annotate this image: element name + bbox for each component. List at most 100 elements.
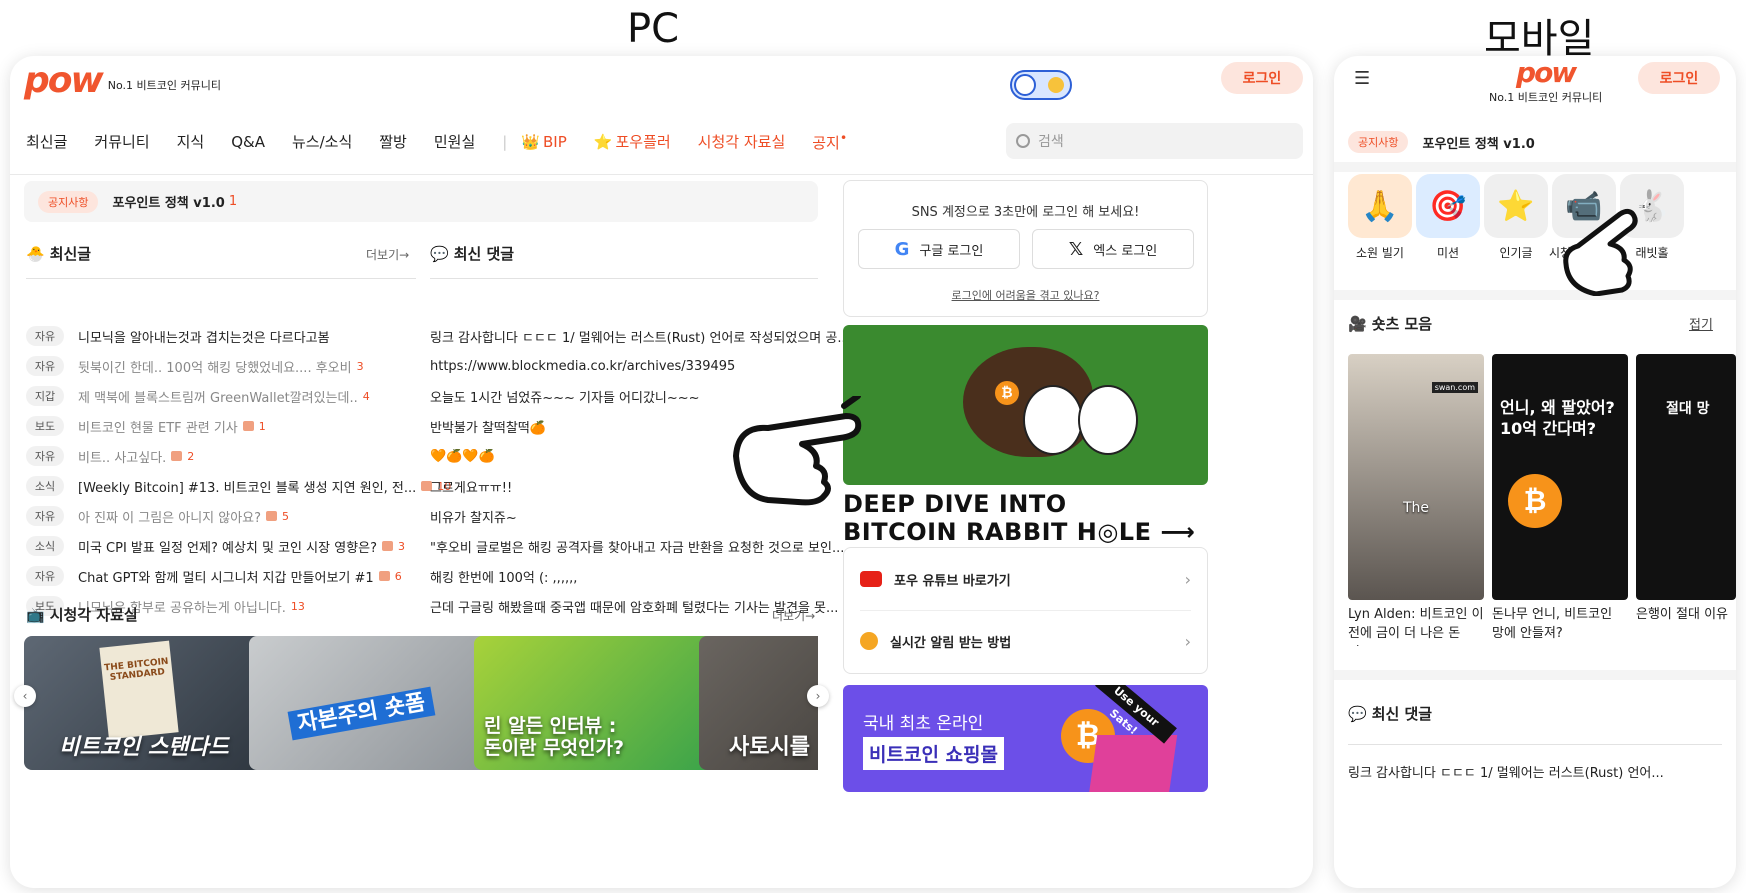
short-caption[interactable]: 돈나무 언니, 비트코인 망에 안들져? bbox=[1492, 606, 1628, 646]
short-caption[interactable]: 은행이 절대 이유 bbox=[1636, 606, 1736, 646]
login-help-link[interactable]: 로그인에 어려움을 겪고 있나요? bbox=[844, 287, 1207, 303]
av-item-title: 자본주의 숏폼 bbox=[287, 686, 436, 741]
list-item[interactable]: 해킹 한번에 100억 (: ,,,,,, bbox=[430, 561, 862, 591]
mobile-notice[interactable]: 공지사항 포우인트 정책 v1.0 bbox=[1334, 122, 1736, 162]
nav-item-bip-label: BIP bbox=[543, 132, 567, 151]
image-icon bbox=[378, 571, 390, 581]
nav-item-qna[interactable]: Q&A bbox=[231, 133, 265, 151]
post-title: 비트.. 사고싶다. bbox=[78, 450, 167, 466]
short-caption[interactable]: Lyn Alden: 비트코인 이전에 금이 더 나은 돈이... bbox=[1348, 606, 1484, 646]
sns-login-card: SNS 계정으로 3초만에 로그인 해 보세요! G 구글 로그인 𝕏 엑스 로… bbox=[843, 180, 1208, 317]
nav-item-av[interactable]: 시청각 자료실 bbox=[698, 131, 786, 152]
nav-divider: | bbox=[502, 132, 508, 151]
rabbit-shape bbox=[1023, 385, 1083, 455]
quick-icon-button[interactable]: 🎯 bbox=[1416, 174, 1480, 238]
chick-icon: 🐣 bbox=[26, 244, 45, 263]
mobile-logo-mark: pow bbox=[1516, 56, 1577, 89]
theme-toggle[interactable] bbox=[1010, 70, 1072, 100]
logo[interactable]: pow No.1 비트코인 커뮤니티 bbox=[24, 60, 221, 101]
table-row[interactable]: 자유 뒷북이긴 한데.. 100억 해킹 당했었네요.... 후오비 3 bbox=[26, 351, 460, 381]
book-cover: THE BITCOIN STANDARD bbox=[99, 640, 179, 740]
image-icon bbox=[171, 451, 183, 461]
image-icon bbox=[266, 511, 278, 521]
mobile-login-button[interactable]: 로그인 bbox=[1638, 62, 1720, 94]
mobile-logo[interactable]: pow No.1 비트코인 커뮤니티 bbox=[1489, 56, 1602, 105]
notice-bar[interactable]: 공지사항 포우인트 정책 v1.0 1 bbox=[24, 181, 818, 222]
av-item[interactable]: 자본주의 숏폼 bbox=[249, 636, 489, 770]
google-login-button[interactable]: G 구글 로그인 bbox=[858, 229, 1020, 269]
mobile-section-gap bbox=[1334, 290, 1736, 300]
logo-mark: pow bbox=[24, 60, 104, 101]
post-category: 보도 bbox=[26, 416, 64, 436]
table-row[interactable]: 자유 니모닉을 알아내는것과 겹치는것은 다르다고봄 bbox=[26, 321, 460, 351]
list-item[interactable]: https://www.blockmedia.co.kr/archives/33… bbox=[430, 351, 862, 381]
mobile-logo-tagline: No.1 비트코인 커뮤니티 bbox=[1489, 91, 1603, 104]
search-icon bbox=[1016, 134, 1030, 148]
nav-item-meme[interactable]: 짤방 bbox=[379, 131, 407, 152]
latest-post-list: 자유 니모닉을 알아내는것과 겹치는것은 다르다고봄 자유 뒷북이긴 한데.. 100… bbox=[26, 321, 460, 621]
nav-item-notice[interactable]: 공지• bbox=[812, 130, 847, 153]
short-item[interactable]: 언니, 왜 팔았어? 10억 간다며? ₿ bbox=[1492, 354, 1628, 600]
short-item[interactable]: 절대 망 bbox=[1636, 354, 1736, 600]
x-login-button[interactable]: 𝕏 엑스 로그인 bbox=[1032, 229, 1194, 269]
nav-divider-line bbox=[10, 174, 1313, 175]
list-item[interactable]: 링크 감사합니다 ㄷㄷㄷ 1/ 멀웨어는 러스트(Rust) 언어로 작성되었으… bbox=[430, 321, 862, 351]
latest-rule bbox=[26, 278, 416, 279]
google-icon: G bbox=[894, 238, 910, 260]
rabbit-shape bbox=[1078, 385, 1138, 455]
nav-item-notice-label: 공지 bbox=[812, 134, 840, 152]
table-row[interactable]: 자유 비트.. 사고싶다. 2 bbox=[26, 441, 460, 471]
notification-guide-link[interactable]: 실시간 알림 받는 방법 › bbox=[844, 610, 1207, 672]
nav-item-knowledge[interactable]: 지식 bbox=[177, 131, 205, 152]
shop-banner[interactable]: 국내 최초 온라인 비트코인 쇼핑몰 ₿ Use your Sats! bbox=[843, 685, 1208, 792]
nav-item-news[interactable]: 뉴스/소식 bbox=[292, 131, 352, 152]
quick-links-card: 포우 유튜브 바로가기 › 실시간 알림 받는 방법 › bbox=[843, 547, 1208, 674]
nav-item-powplus-label: 포우플러 bbox=[615, 133, 671, 151]
nav-item-powplus[interactable]: ⭐ 포우플러 bbox=[594, 131, 671, 152]
youtube-link[interactable]: 포우 유튜브 바로가기 › bbox=[844, 548, 1207, 610]
image-icon bbox=[381, 541, 393, 551]
chevron-right-icon: › bbox=[1184, 631, 1191, 651]
tv-icon: 📺 bbox=[26, 605, 45, 624]
comment-count: 2 bbox=[187, 449, 195, 463]
nav-item-community[interactable]: 커뮤니티 bbox=[94, 131, 149, 152]
table-row[interactable]: 보도 비트코인 현물 ETF 관련 기사 1 bbox=[26, 411, 460, 441]
table-row[interactable]: 소식 미국 CPI 발표 일정 언제? 예상치 및 코인 시장 영향은? 3 bbox=[26, 531, 460, 561]
login-button[interactable]: 로그인 bbox=[1221, 62, 1303, 94]
shorts-fold-link[interactable]: 접기 bbox=[1689, 314, 1713, 333]
nav-item-bip[interactable]: 👑 BIP bbox=[521, 133, 566, 151]
carousel-next-button[interactable]: › bbox=[807, 685, 829, 707]
quick-icon-button[interactable]: 🙏 bbox=[1348, 174, 1412, 238]
sun-icon bbox=[1048, 77, 1064, 93]
speech-bubble-icon: 💬 bbox=[1348, 704, 1367, 723]
quick-icon-button[interactable]: ⭐ bbox=[1484, 174, 1548, 238]
image-icon bbox=[242, 421, 254, 431]
mobile-section-gap bbox=[1334, 162, 1736, 172]
post-title: 니모닉을 알아내는것과 겹치는것은 다르다고봄 bbox=[78, 330, 330, 346]
av-item-title: 사토시를 bbox=[729, 734, 810, 760]
table-row[interactable]: 소식 [Weekly Bitcoin] #13. 비트코인 블록 생성 지연 원인… bbox=[26, 471, 460, 501]
av-item[interactable]: 린 알든 인터뷰 : 돈이란 무엇인가? bbox=[474, 636, 714, 770]
latest-more-link[interactable]: 더보기→ bbox=[366, 246, 409, 263]
table-row[interactable]: 자유 Chat GPT와 함께 멀티 시그니처 지갑 만들어보기 #1 6 bbox=[26, 561, 460, 591]
av-more-link[interactable]: 더보기→ bbox=[772, 607, 815, 624]
av-item[interactable]: 사토시를 bbox=[699, 636, 818, 770]
short-item[interactable]: swan.com The bbox=[1348, 354, 1484, 600]
shorts-title: 🎥 숏츠 모음 bbox=[1348, 313, 1432, 334]
nav-item-latest[interactable]: 최신글 bbox=[26, 131, 67, 152]
av-title-text: 시청각 자료실 bbox=[49, 606, 138, 624]
carousel-prev-button[interactable]: ‹ bbox=[14, 685, 36, 707]
search-input[interactable]: 검색 bbox=[1006, 123, 1303, 159]
av-item-title: 린 알든 인터뷰 : 돈이란 무엇인가? bbox=[484, 715, 624, 760]
table-row[interactable]: 지갑 제 맥북에 블록스트림꺼 GreenWallet깔려있는데.. 4 bbox=[26, 381, 460, 411]
nav-item-complaints[interactable]: 민원실 bbox=[434, 131, 475, 152]
comment-text: 비유가 찰지쥬~ bbox=[430, 510, 517, 526]
menu-search-icon[interactable]: ☰ bbox=[1354, 68, 1370, 89]
target-icon: 🎯 bbox=[1429, 188, 1467, 224]
rabbit-hole-banner[interactable]: ₿ DEEP DIVE INTO BITCOIN RABBIT H◎LE ⟶ bbox=[843, 325, 1208, 545]
youtube-icon bbox=[860, 571, 882, 587]
mobile-comment-item[interactable]: 링크 감사합니다 ㄷㄷㄷ 1/ 멀웨어는 러스트(Rust) 언어... bbox=[1348, 762, 1722, 781]
av-item[interactable]: THE BITCOIN STANDARD 비트코인 스탠다드 bbox=[24, 636, 264, 770]
list-item[interactable]: "후오비 글로벌은 해킹 공격자를 찾아내고 자금 반환을 요청한 것으로 보인… bbox=[430, 531, 862, 561]
table-row[interactable]: 자유 아 진짜 이 그림은 아니지 않아요? 5 bbox=[26, 501, 460, 531]
